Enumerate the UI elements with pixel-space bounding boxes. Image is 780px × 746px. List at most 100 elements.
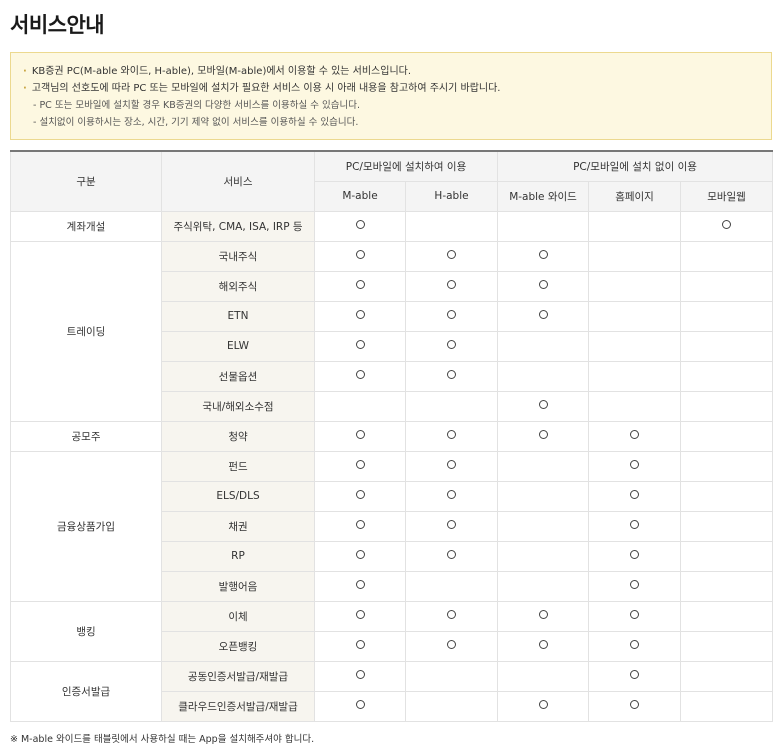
availability-cell — [404, 540, 499, 572]
available-mark-icon — [630, 430, 640, 439]
availability-cell — [404, 360, 499, 392]
availability-cell — [497, 540, 590, 572]
available-mark-icon — [447, 370, 456, 379]
available-mark-icon — [355, 310, 365, 319]
available-mark-icon — [538, 310, 548, 319]
availability-cell — [588, 210, 682, 242]
availability-cell — [314, 240, 406, 272]
available-mark-icon — [355, 460, 365, 469]
available-mark-icon — [447, 250, 456, 259]
notice-sub-line: - 설치없이 이용하시는 장소, 시간, 기기 제약 없이 서비스를 이용하실 … — [33, 117, 359, 128]
availability-cell — [314, 450, 406, 482]
service-name-cell: 선물옵션 — [161, 360, 315, 392]
header-col-h-able: H-able — [404, 180, 499, 212]
availability-cell — [588, 540, 682, 572]
availability-cell — [588, 600, 682, 632]
available-mark-icon — [630, 610, 640, 619]
availability-cell — [680, 330, 774, 362]
available-mark-icon — [355, 340, 365, 349]
available-mark-icon — [538, 640, 548, 649]
availability-cell — [404, 300, 499, 332]
availability-cell — [404, 600, 499, 632]
service-name-cell: 청약 — [161, 420, 315, 452]
footnote: ※ M-able 와이드를 태블릿에서 사용하실 때는 App을 설치해주셔야 … — [10, 733, 315, 745]
availability-cell — [314, 660, 406, 692]
service-table-body: 계좌개설 주식위탁, CMA, ISA, IRP 등 트레이딩 국내주식 해외주식 ETN… — [10, 210, 774, 722]
available-mark-icon — [355, 220, 365, 229]
availability-cell — [314, 570, 406, 602]
availability-cell — [497, 390, 590, 422]
availability-cell — [314, 390, 406, 422]
availability-cell — [588, 360, 682, 392]
availability-cell — [314, 510, 406, 542]
availability-cell — [588, 330, 682, 362]
availability-cell — [404, 510, 499, 542]
availability-cell — [497, 210, 590, 242]
availability-cell — [314, 600, 406, 632]
availability-cell — [680, 480, 774, 512]
notice-box: KB증권 PC(M-able 와이드, H-able), 모바일(M-able)… — [10, 52, 772, 140]
available-mark-icon — [447, 280, 456, 289]
availability-cell — [314, 690, 406, 722]
service-name-cell: ETN — [161, 300, 315, 332]
availability-cell — [497, 600, 590, 632]
availability-cell — [404, 450, 499, 482]
service-name-cell: 국내주식 — [161, 240, 315, 272]
availability-cell — [404, 210, 499, 242]
available-mark-icon — [355, 640, 365, 649]
availability-cell — [314, 480, 406, 512]
availability-cell — [314, 210, 406, 242]
table-row: 금융상품가입 펀드 — [10, 450, 774, 602]
availability-cell — [680, 570, 774, 602]
category-cell: 뱅킹 — [10, 600, 162, 662]
header-group-install: PC/모바일에 설치하여 이용 — [313, 150, 499, 182]
service-name-cell: ELS/DLS — [161, 480, 315, 512]
availability-cell — [680, 210, 774, 242]
available-mark-icon — [355, 280, 365, 289]
page-title: 서비스안내 — [10, 13, 105, 37]
service-name-cell: 해외주식 — [161, 270, 315, 302]
table-row: 뱅킹 이체 — [10, 600, 774, 662]
available-mark-icon — [538, 430, 548, 439]
available-mark-icon — [630, 670, 640, 679]
availability-cell — [497, 270, 590, 302]
available-mark-icon — [355, 670, 365, 679]
service-name-cell: 펀드 — [161, 450, 315, 482]
availability-cell — [680, 390, 774, 422]
available-mark-icon — [447, 340, 456, 349]
service-table-header: 구분 서비스 PC/모바일에 설치하여 이용 PC/모바일에 설치 없이 이용 … — [10, 150, 774, 212]
notice-sub-line: - PC 또는 모바일에 설치할 경우 KB증권의 다양한 서비스를 이용하실 … — [33, 100, 360, 111]
service-name-cell: 이체 — [161, 600, 315, 632]
service-name-cell: 국내/해외소수점 — [161, 390, 315, 422]
availability-cell — [404, 330, 499, 362]
availability-cell — [404, 660, 499, 692]
availability-cell — [404, 570, 499, 602]
header-col-m-able: M-able — [314, 180, 406, 212]
available-mark-icon — [630, 550, 640, 559]
available-mark-icon — [630, 490, 640, 499]
availability-cell — [497, 360, 590, 392]
availability-cell — [680, 690, 774, 722]
availability-cell — [680, 510, 774, 542]
availability-cell — [497, 660, 590, 692]
availability-cell — [497, 450, 590, 482]
available-mark-icon — [355, 550, 365, 559]
availability-cell — [404, 630, 499, 662]
header-col-m-able-wide: M-able 와이드 — [497, 180, 590, 212]
available-mark-icon — [722, 220, 732, 229]
availability-cell — [588, 630, 682, 662]
availability-cell — [680, 300, 774, 332]
availability-cell — [680, 420, 774, 452]
available-mark-icon — [630, 520, 640, 529]
availability-cell — [680, 600, 774, 632]
available-mark-icon — [355, 430, 365, 439]
category-cell: 계좌개설 — [10, 210, 162, 242]
header-col-mobile-web: 모바일웹 — [680, 180, 774, 212]
availability-cell — [404, 270, 499, 302]
available-mark-icon — [355, 250, 365, 259]
available-mark-icon — [630, 640, 640, 649]
availability-cell — [588, 420, 682, 452]
available-mark-icon — [447, 610, 456, 619]
availability-cell — [680, 660, 774, 692]
service-name-cell: RP — [161, 540, 315, 572]
